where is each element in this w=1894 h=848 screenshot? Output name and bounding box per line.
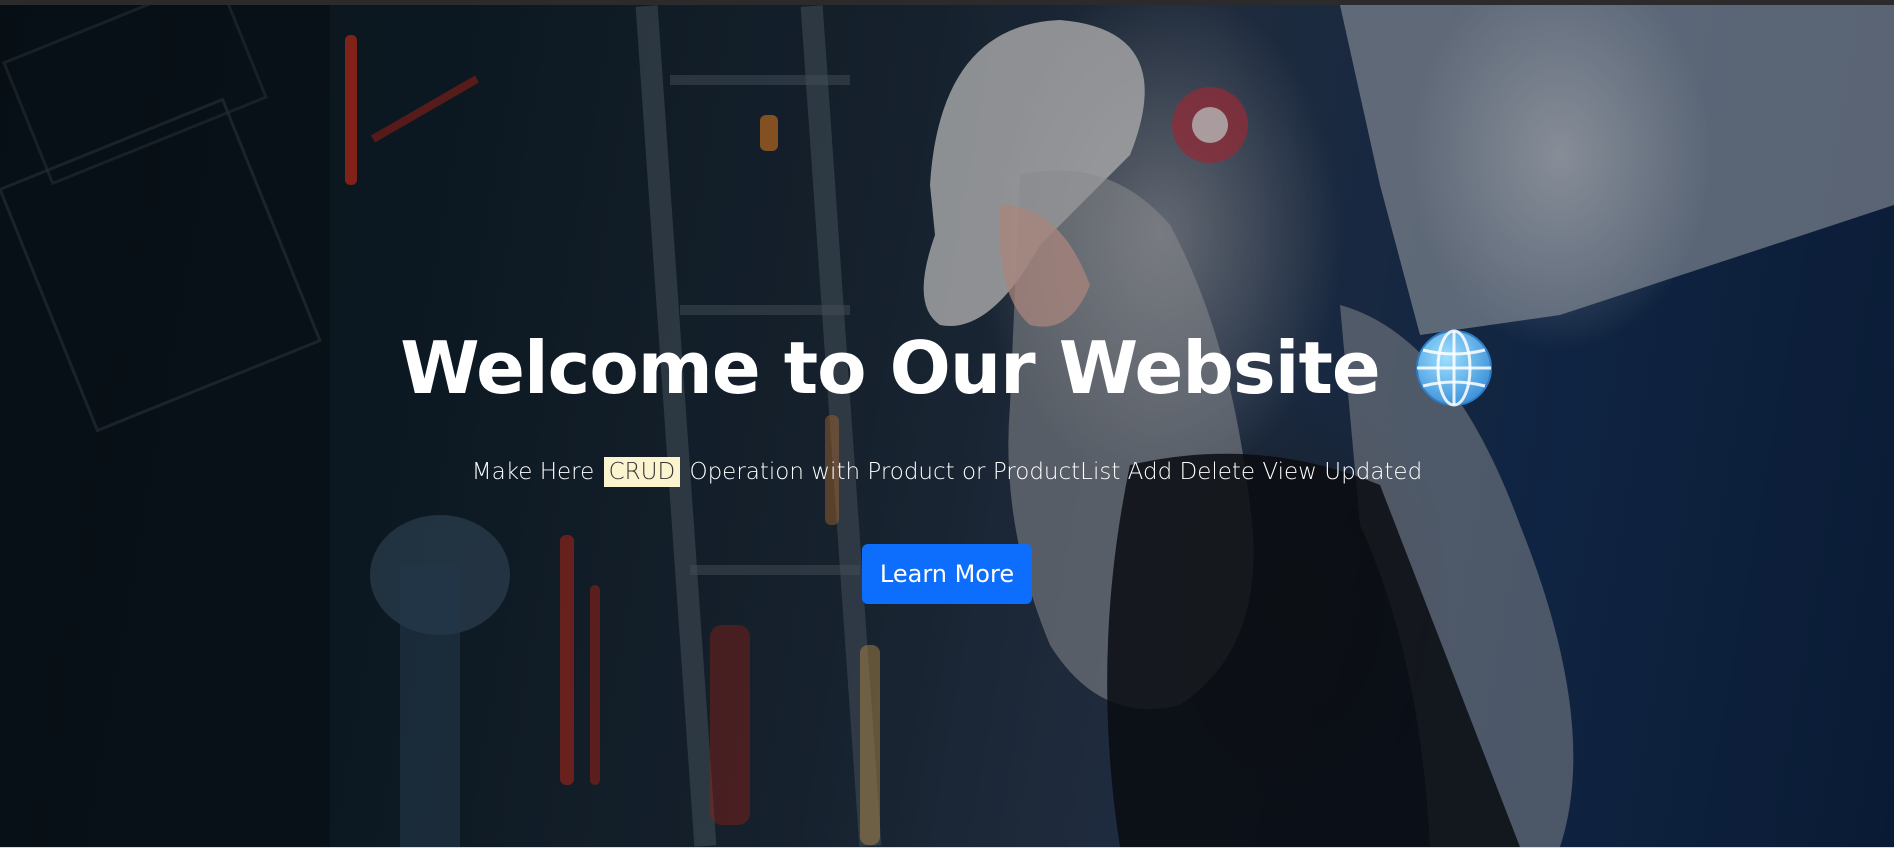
hero-title: Welcome to Our Website	[0, 328, 1894, 408]
hero-content: Welcome to Our Website Make Here CRUD Op…	[0, 5, 1894, 847]
hero-section: Welcome to Our Website Make Here CRUD Op…	[0, 5, 1894, 847]
globe-icon	[1415, 329, 1492, 407]
hero-title-text: Welcome to Our Website	[400, 326, 1380, 410]
crud-highlight: CRUD	[603, 457, 681, 487]
hero-subtitle: Make Here CRUD Operation with Product or…	[0, 454, 1894, 490]
subtitle-after-text: Operation with Product or ProductList Ad…	[689, 459, 1423, 485]
subtitle-before-text: Make Here	[471, 459, 595, 485]
learn-more-button[interactable]: Learn More	[862, 544, 1032, 604]
